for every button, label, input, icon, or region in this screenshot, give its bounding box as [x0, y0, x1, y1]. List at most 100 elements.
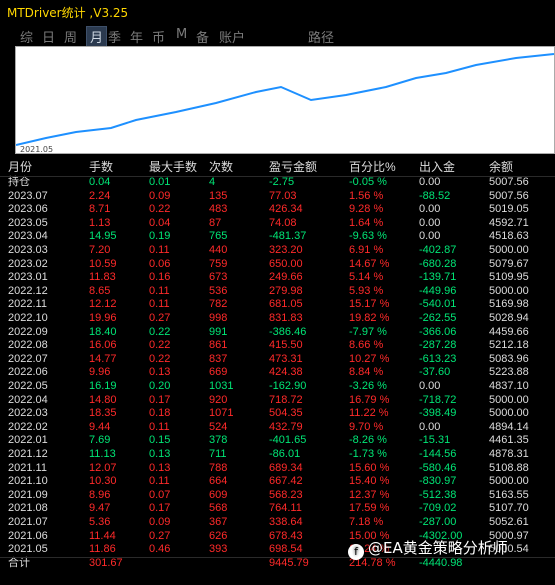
cell-deposit-withdraw: -139.71 [419, 271, 457, 284]
table-row[interactable]: 2022.11 12.12 0.11 782 681.05 15.17 % -540.01 5… [0, 298, 555, 312]
cell-profit: -481.37 [269, 230, 307, 243]
table-row[interactable]: 2023.01 11.83 0.16 673 249.66 5.14 % -139.71 51… [0, 271, 555, 285]
table-row[interactable]: 2022.04 14.80 0.17 920 718.72 16.79 % -718.72 5… [0, 394, 555, 408]
cell-month: 2021.12 [8, 448, 48, 460]
header-profit[interactable]: 盈亏金额 [269, 160, 317, 175]
cell-profit: 681.05 [269, 298, 303, 311]
tab-account[interactable]: 账户 [219, 27, 245, 46]
table-row[interactable]: 2022.05 16.19 0.20 1031 -162.90 -3.26 % 0.00 48… [0, 380, 555, 394]
cell-balance: 4459.66 [489, 325, 529, 338]
table-row[interactable]: 2021.08 9.47 0.17 568 764.11 17.59 % -709.02 51… [0, 502, 555, 516]
cell-profit: -162.90 [269, 380, 307, 392]
header-percent[interactable]: 百分比% [349, 160, 396, 175]
header-month[interactable]: 月份 [8, 160, 32, 175]
watermark: f @EA黄金策略分析师 [348, 537, 548, 561]
cell-balance: 4461.35 [489, 434, 529, 447]
cell-lots: 9.47 [89, 502, 111, 515]
cell-month: 2023.03 [8, 244, 48, 256]
header-lots[interactable]: 手数 [89, 160, 113, 175]
cell-max-lots: 0.09 [149, 516, 171, 528]
cell-profit: 698.54 [269, 543, 303, 556]
table-row[interactable]: 2021.11 12.07 0.13 788 689.34 15.60 % -580.46 5… [0, 462, 555, 476]
cell-max-lots: 0.11 [149, 244, 170, 256]
table-row[interactable]: 2021.12 11.13 0.13 711 -86.01 -1.73 % -144.56 4… [0, 448, 555, 462]
cell-month: 2022.08 [8, 339, 48, 352]
header-trades[interactable]: 次数 [209, 160, 233, 175]
cell-balance: 5007.56 [489, 189, 529, 202]
watermark-text: @EA黄金策略分析师 [368, 539, 508, 557]
cell-balance: 5007.56 [489, 176, 529, 188]
cell-profit: 764.11 [269, 502, 302, 515]
table-row[interactable]: 2023.03 7.20 0.11 440 323.20 6.91 % -402.87 500… [0, 244, 555, 258]
cell-month: 2021.07 [8, 516, 48, 528]
cell-trades: 998 [209, 312, 228, 324]
tab-path[interactable]: 路径 [308, 27, 334, 46]
cell-month: 2021.09 [8, 488, 48, 501]
cell-month: 2022.03 [8, 407, 48, 420]
cell-month: 2022.10 [8, 312, 48, 324]
cell-deposit-withdraw: -580.46 [419, 461, 457, 474]
cell-profit: 323.20 [269, 244, 303, 256]
header-max-lots[interactable]: 最大手数 [149, 160, 197, 175]
cell-percent: -8.26 % [349, 434, 387, 447]
table-row[interactable]: 2022.12 8.65 0.11 536 279.98 5.93 % -449.96 500… [0, 285, 555, 299]
tab-note[interactable]: 备 [196, 27, 209, 46]
cell-month: 2021.10 [8, 475, 48, 488]
cell-profit: 667.42 [269, 475, 303, 488]
tab-week[interactable]: 周 [64, 27, 77, 46]
table-row[interactable]: 2022.02 9.44 0.11 524 432.79 9.70 % 0.00 4894.1… [0, 421, 555, 435]
cell-lots: 11.86 [89, 543, 116, 556]
tab-month[interactable]: 月 [86, 26, 108, 47]
equity-chart [15, 46, 555, 154]
table-row[interactable]: 2022.07 14.77 0.22 837 473.31 10.27 % -613.23 5… [0, 353, 555, 367]
cell-max-lots: 0.11 [149, 298, 170, 311]
cell-lots: 0.04 [89, 176, 111, 188]
table-row[interactable]: 2022.01 7.69 0.15 378 -401.65 -8.26 % -15.31 44… [0, 434, 555, 448]
cell-balance: 5083.96 [489, 352, 529, 365]
table-row[interactable]: 2022.06 9.96 0.13 669 424.38 8.84 % -37.60 5223… [0, 366, 555, 380]
cell-percent: 15.17 % [349, 298, 390, 311]
period-tab-bar: 综日周月季年币 M 备账户 路径 [0, 24, 555, 47]
cell-profit: 831.83 [269, 312, 303, 324]
table-row[interactable]: 持仓 0.04 0.01 4 -2.75 -0.05 % 0.00 5007.56 [0, 176, 555, 190]
table-row[interactable]: 2021.09 8.96 0.07 609 568.23 12.37 % -512.38 51… [0, 489, 555, 503]
cell-trades: 609 [209, 488, 228, 501]
cell-percent: 12.37 % [349, 488, 390, 501]
cell-month: 2022.06 [8, 366, 48, 379]
cell-max-lots: 0.22 [149, 325, 171, 338]
cell-lots: 14.77 [89, 352, 117, 365]
cell-max-lots: 0.27 [149, 529, 171, 542]
cell-trades: 87 [209, 216, 222, 229]
tab-magic[interactable]: M [176, 27, 187, 42]
cell-percent: 1.64 % [349, 216, 384, 229]
tab-day[interactable]: 日 [42, 27, 55, 46]
table-row[interactable]: 2023.06 8.71 0.22 483 426.34 9.28 % 0.00 5019.0… [0, 203, 555, 217]
cell-trades: 393 [209, 543, 228, 556]
cell-profit: 568.23 [269, 488, 303, 501]
table-row[interactable]: 2022.03 18.35 0.18 1071 504.35 11.22 % -398.49… [0, 407, 555, 421]
cell-trades: 837 [209, 352, 228, 365]
header-deposit-withdraw[interactable]: 出入金 [419, 160, 455, 175]
cell-lots: 1.13 [89, 216, 111, 229]
table-row[interactable]: 2023.07 2.24 0.09 135 77.03 1.56 % -88.52 5007.… [0, 190, 555, 204]
tab-year[interactable]: 年 [130, 27, 143, 46]
cell-profit: 249.66 [269, 271, 303, 284]
cell-trades: 920 [209, 393, 228, 406]
table-row[interactable]: 2021.07 5.36 0.09 367 338.64 7.18 % -287.00 505… [0, 516, 555, 530]
table-row[interactable]: 2021.10 10.30 0.11 664 667.42 15.40 % -830.97 5… [0, 475, 555, 489]
cell-max-lots: 0.13 [149, 448, 171, 460]
table-row[interactable]: 2023.02 10.59 0.06 759 650.00 14.67 % -680.28 5… [0, 258, 555, 272]
tab-currency[interactable]: 币 [152, 27, 165, 46]
cell-max-lots: 0.20 [149, 380, 171, 392]
tab-quarter[interactable]: 季 [108, 27, 121, 46]
table-row[interactable]: 2023.05 1.13 0.04 87 74.08 1.64 % 0.00 4592.71 [0, 217, 555, 231]
cell-percent: 17.59 % [349, 502, 390, 515]
table-row[interactable]: 2022.09 18.40 0.22 991 -386.46 -7.97 % -366.06… [0, 326, 555, 340]
cell-lots: 14.80 [89, 393, 117, 406]
table-row[interactable]: 2023.04 14.95 0.19 765 -481.37 -9.63 % 0.00 451… [0, 230, 555, 244]
tab-summary[interactable]: 综 [20, 27, 33, 46]
cell-max-lots: 0.11 [149, 420, 170, 433]
table-row[interactable]: 2022.08 16.06 0.22 861 415.50 8.66 % -287.28 52… [0, 339, 555, 353]
table-row[interactable]: 2022.10 19.96 0.27 998 831.83 19.82 % -262.55 5… [0, 312, 555, 326]
header-balance[interactable]: 余额 [489, 160, 513, 175]
